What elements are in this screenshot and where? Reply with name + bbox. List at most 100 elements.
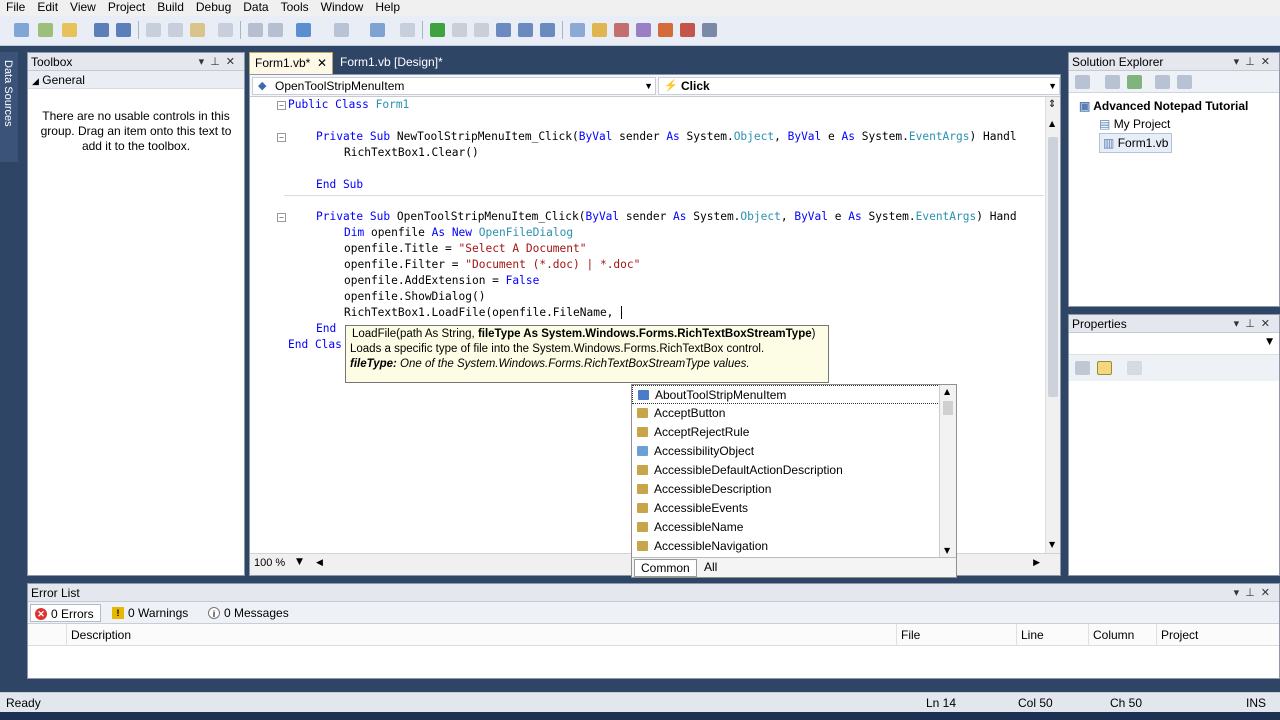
menu-file[interactable]: File: [0, 0, 31, 16]
alphabetical-icon[interactable]: [1097, 361, 1112, 375]
pin-icon[interactable]: ⊥: [1245, 587, 1261, 599]
navigate-forward-icon[interactable]: [400, 23, 415, 37]
refresh-icon[interactable]: [1127, 75, 1142, 89]
scroll-right-icon[interactable]: ▶: [1033, 558, 1040, 568]
paste-icon[interactable]: [190, 23, 205, 37]
list-item[interactable]: AccessibleNavigation: [632, 537, 940, 556]
tab-all[interactable]: All: [698, 559, 723, 577]
scroll-down-icon[interactable]: ▼: [944, 546, 950, 555]
object-selector[interactable]: ▼: [1069, 333, 1279, 355]
toolbox-icon[interactable]: [658, 23, 673, 37]
stop-icon[interactable]: [474, 23, 489, 37]
dropdown-icon[interactable]: ▾: [199, 56, 211, 68]
close-icon[interactable]: ✕: [1261, 318, 1276, 330]
toolbox-group-general[interactable]: ◢ General: [28, 71, 244, 89]
property-pages-icon[interactable]: [1127, 361, 1142, 375]
column-line[interactable]: Line: [1016, 624, 1088, 646]
menu-tools[interactable]: Tools: [275, 0, 315, 16]
menu-edit[interactable]: Edit: [31, 0, 64, 16]
editor-vertical-scrollbar[interactable]: ⇕ ▲ ▼: [1045, 97, 1060, 553]
column-column[interactable]: Column: [1088, 624, 1156, 646]
zoom-dropdown-icon[interactable]: ▼: [296, 557, 303, 567]
dropdown-icon[interactable]: ▾: [1234, 56, 1246, 68]
save-all-icon[interactable]: [116, 23, 131, 37]
menu-build[interactable]: Build: [151, 0, 190, 16]
scroll-thumb[interactable]: [1048, 137, 1058, 397]
warnings-filter[interactable]: ! 0 Warnings: [108, 604, 194, 622]
undo-icon[interactable]: [296, 23, 311, 37]
menu-debug[interactable]: Debug: [190, 0, 237, 16]
menu-view[interactable]: View: [64, 0, 102, 16]
scroll-thumb[interactable]: [943, 401, 953, 415]
menu-project[interactable]: Project: [102, 0, 151, 16]
find-icon[interactable]: [218, 23, 233, 37]
pin-icon[interactable]: ⊥: [210, 56, 226, 68]
my-project-node[interactable]: ▤ My Project: [1099, 115, 1170, 133]
list-item[interactable]: AcceptButton: [632, 404, 940, 423]
list-item[interactable]: AccessibilityObject: [632, 442, 940, 461]
scroll-down-icon[interactable]: ▼: [1049, 540, 1055, 549]
step-out-icon[interactable]: [540, 23, 555, 37]
close-icon[interactable]: ✕: [1261, 587, 1276, 599]
list-item[interactable]: AboutToolStripMenuItem: [632, 385, 940, 404]
completion-scrollbar[interactable]: ▲ ▼: [939, 385, 956, 557]
view-code-icon[interactable]: [1155, 75, 1170, 89]
collapse-region-icon[interactable]: −: [277, 213, 286, 222]
menu-help[interactable]: Help: [369, 0, 406, 16]
tab-form1-vb[interactable]: Form1.vb* ✕: [249, 52, 333, 74]
navigate-icon[interactable]: [370, 23, 385, 37]
split-icon[interactable]: ⇕: [1048, 99, 1056, 110]
collapse-region-icon[interactable]: −: [277, 101, 286, 110]
comment-icon[interactable]: [248, 23, 263, 37]
tab-common[interactable]: Common: [634, 559, 697, 577]
scroll-left-icon[interactable]: ◀: [316, 558, 323, 568]
close-icon[interactable]: ✕: [226, 56, 241, 68]
form1-node[interactable]: ▥ Form1.vb: [1099, 133, 1173, 153]
menu-window[interactable]: Window: [315, 0, 370, 16]
scroll-up-icon[interactable]: ▲: [1049, 119, 1055, 128]
other-windows-icon[interactable]: [702, 23, 717, 37]
show-all-files-icon[interactable]: [1105, 75, 1120, 89]
column-description[interactable]: Description: [66, 624, 894, 646]
dropdown-icon[interactable]: ▾: [1234, 587, 1246, 599]
properties-icon[interactable]: [1075, 75, 1090, 89]
copy-icon[interactable]: [168, 23, 183, 37]
properties-icon[interactable]: [614, 23, 629, 37]
list-item[interactable]: AccessibleDescription: [632, 480, 940, 499]
redo-icon[interactable]: [334, 23, 349, 37]
step-into-icon[interactable]: [496, 23, 511, 37]
pause-icon[interactable]: [452, 23, 467, 37]
column-file[interactable]: File: [896, 624, 1014, 646]
scroll-up-icon[interactable]: ▲: [944, 387, 950, 396]
pin-icon[interactable]: ⊥: [1245, 56, 1261, 68]
find-in-files-icon[interactable]: [570, 23, 585, 37]
column-project[interactable]: Project: [1156, 624, 1276, 646]
step-over-icon[interactable]: [518, 23, 533, 37]
list-item[interactable]: AccessibleName: [632, 518, 940, 537]
messages-filter[interactable]: i0 Messages: [204, 604, 295, 622]
collapse-region-icon[interactable]: −: [277, 133, 286, 142]
solution-explorer-icon[interactable]: [592, 23, 607, 37]
new-project-icon[interactable]: [14, 23, 29, 37]
solution-node[interactable]: ▣ Advanced Notepad Tutorial: [1079, 97, 1248, 115]
list-item[interactable]: AcceptRejectRule: [632, 423, 940, 442]
open-file-icon[interactable]: [62, 23, 77, 37]
add-item-icon[interactable]: [38, 23, 53, 37]
errors-filter[interactable]: ✕ 0 Errors: [30, 604, 101, 622]
menu-data[interactable]: Data: [237, 0, 274, 16]
close-tab-icon[interactable]: ✕: [317, 53, 327, 73]
list-item[interactable]: AccessibleDefaultActionDescription: [632, 461, 940, 480]
data-sources-tab[interactable]: Data Sources: [0, 52, 18, 162]
cut-icon[interactable]: [146, 23, 161, 37]
dropdown-icon[interactable]: ▾: [1234, 318, 1246, 330]
list-item[interactable]: AccessibleEvents: [632, 499, 940, 518]
method-name-dropdown[interactable]: ⚡ Click ▼: [658, 77, 1060, 95]
class-name-dropdown[interactable]: ◆ OpenToolStripMenuItem ▼: [252, 77, 656, 95]
uncomment-icon[interactable]: [268, 23, 283, 37]
start-debugging-icon[interactable]: [430, 23, 445, 37]
start-page-icon[interactable]: [680, 23, 695, 37]
save-icon[interactable]: [94, 23, 109, 37]
object-browser-icon[interactable]: [636, 23, 651, 37]
close-icon[interactable]: ✕: [1261, 56, 1276, 68]
tab-form1-design[interactable]: Form1.vb [Design]*: [335, 52, 465, 74]
